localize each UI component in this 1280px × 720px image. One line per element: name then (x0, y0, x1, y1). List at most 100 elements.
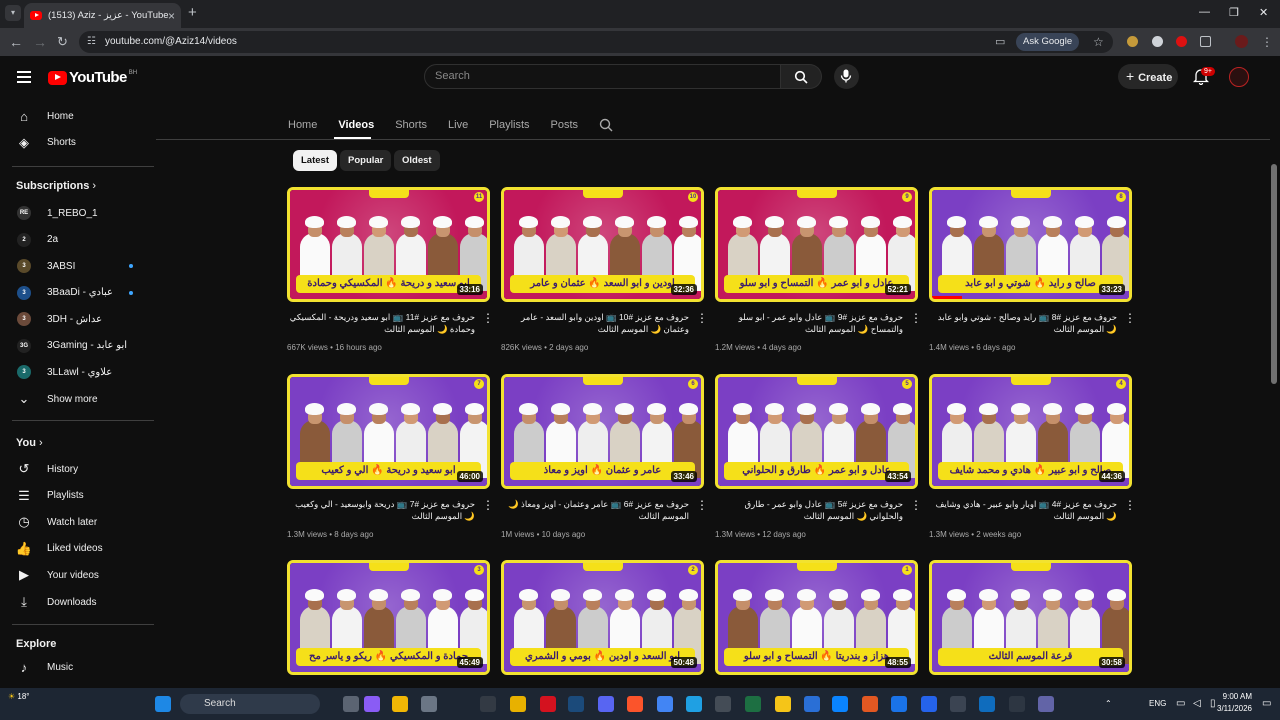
settings-icon[interactable] (421, 696, 437, 712)
video-title[interactable]: حروف مع عزيز #4 📺 اوبار وابو عبير - هادي… (929, 498, 1117, 522)
youtube-logo[interactable]: YouTube BH (48, 69, 137, 86)
volume-icon[interactable]: ◁ (1193, 698, 1201, 709)
media-icon[interactable] (950, 696, 966, 712)
filter-oldest[interactable]: Oldest (394, 150, 440, 171)
more-actions-icon[interactable]: ⋮ (1124, 312, 1136, 324)
video-thumbnail[interactable]: ابو السعد و اودين 🔥 بومي و الشمري 2 50:4… (501, 560, 704, 675)
more-actions-icon[interactable]: ⋮ (482, 499, 494, 511)
steam-icon[interactable] (568, 696, 584, 712)
video-thumbnail[interactable]: عادل و ابو عمر 🔥 طارق و الحلواني 5 43:54 (715, 374, 918, 489)
taskbar-search[interactable]: Search (180, 694, 320, 714)
language-indicator[interactable]: ENG (1149, 699, 1166, 708)
more-actions-icon[interactable]: ⋮ (910, 312, 922, 324)
restore-button[interactable]: ❐ (1229, 6, 1239, 19)
new-tab-button[interactable]: + (188, 5, 197, 21)
subscription-channel[interactable]: 3 3DH - عداش (0, 306, 154, 332)
browser-tab[interactable]: (1513) Aziz - عزيز - YouTube × (24, 3, 181, 28)
tray-overflow-icon[interactable]: ⌃ (1105, 699, 1112, 708)
voice-search-button[interactable] (834, 64, 859, 89)
account-avatar[interactable] (1229, 67, 1249, 87)
ask-google-button[interactable]: Ask Google (1016, 33, 1080, 51)
more-actions-icon[interactable]: ⋮ (696, 499, 708, 511)
show-more-button[interactable]: ⌄ Show more (0, 386, 154, 412)
tab-live[interactable]: Live (448, 119, 468, 131)
video-thumbnail[interactable]: حمادة و المكسيكي 🔥 ريكو و ياسر مح 3 45:4… (287, 560, 490, 675)
weather-widget[interactable]: ☀ 18° (8, 692, 30, 701)
subscriptions-heading[interactable]: Subscriptions › (16, 180, 96, 192)
profile-avatar[interactable] (1235, 35, 1248, 48)
filter-latest[interactable]: Latest (293, 150, 337, 171)
cast-icon[interactable]: ▭ (995, 33, 1005, 51)
site-info-icon[interactable]: ☷ (87, 31, 96, 53)
video-thumbnail[interactable]: عامر و عثمان 🔥 اويز و معاذ 6 33:46 (501, 374, 704, 489)
video-title[interactable]: حروف مع عزيز #6 📺 عامر وعثمان - اويز ومع… (501, 498, 689, 522)
app-r-icon[interactable] (510, 696, 526, 712)
video-thumbnail[interactable]: قرعة الموسم الثالث 30:58 (929, 560, 1132, 675)
search-input[interactable]: Search (424, 64, 781, 89)
bookmark-star-icon[interactable]: ☆ (1093, 33, 1104, 51)
teams-icon[interactable] (1038, 696, 1054, 712)
filter-popular[interactable]: Popular (340, 150, 392, 171)
video-title[interactable]: حروف مع عزيز #9 📺 عادل وابو عمر - ابو سل… (715, 311, 903, 335)
sidebar-item-liked-videos[interactable]: 👍 Liked videos (0, 536, 154, 562)
subscription-channel[interactable]: 3 3LLawl - علاوي (0, 359, 154, 385)
minimize-button[interactable]: — (1199, 6, 1210, 18)
tab-home[interactable]: Home (288, 119, 317, 131)
video-title[interactable]: حروف مع عزيز #11 📺 ابو سعيد ودريحة - الم… (287, 311, 475, 335)
sidebar-item-music[interactable]: ♪ Music (0, 654, 154, 680)
extension-icon[interactable] (1127, 36, 1138, 47)
sidebar-item-downloads[interactable]: ⤓ Downloads (0, 589, 154, 615)
create-button[interactable]: + Create (1118, 64, 1178, 89)
brave-icon[interactable] (627, 696, 643, 712)
folder-icon[interactable] (392, 696, 408, 712)
more-actions-icon[interactable]: ⋮ (1124, 499, 1136, 511)
game-icon[interactable] (862, 696, 878, 712)
menu-icon[interactable] (17, 71, 31, 86)
video-icon[interactable] (891, 696, 907, 712)
discord-icon[interactable] (598, 696, 614, 712)
chrome-icon[interactable] (657, 696, 673, 712)
video-thumbnail[interactable]: هزاز و بندريتا 🔥 التمساح و ابو سلو 1 48:… (715, 560, 918, 675)
subscription-channel[interactable]: RE 1_REBO_1 (0, 200, 154, 226)
sidebar-item-shorts[interactable]: ◈ Shorts (0, 130, 154, 156)
start-button[interactable] (155, 696, 171, 712)
subscription-channel[interactable]: 3 3BaaDi - عبادي (0, 280, 154, 306)
mail-icon[interactable] (1009, 696, 1025, 712)
outlook-icon[interactable] (979, 696, 995, 712)
edge-icon[interactable] (686, 696, 702, 712)
forward-button[interactable]: → (33, 33, 47, 51)
file-icon[interactable] (343, 696, 359, 712)
video-thumbnail[interactable]: ابو سعيد و دريحة 🔥 الي و كعيب 7 46:00 (287, 374, 490, 489)
terminal-icon[interactable] (480, 696, 496, 712)
back-button[interactable]: ← (9, 33, 23, 51)
video-thumbnail[interactable]: صالح و رايد 🔥 شوتي و ابو عابد 8 33:23 (929, 187, 1132, 302)
notifications-tray-icon[interactable]: ▭ (1262, 698, 1271, 709)
sidebar-item-history[interactable]: ↺ History (0, 456, 154, 482)
tab-playlists[interactable]: Playlists (489, 119, 529, 131)
reload-button[interactable]: ↻ (57, 33, 68, 51)
paint-icon[interactable] (832, 696, 848, 712)
subscription-channel[interactable]: 2 2a (0, 227, 154, 253)
close-window-button[interactable]: ✕ (1259, 6, 1268, 19)
more-actions-icon[interactable]: ⋮ (910, 499, 922, 511)
search-button[interactable] (781, 64, 822, 89)
more-actions-icon[interactable]: ⋮ (482, 312, 494, 324)
excel-icon[interactable] (745, 696, 761, 712)
extension-red-icon[interactable] (1176, 36, 1187, 47)
subscription-channel[interactable]: 3G 3Gaming - ابو عابد (0, 333, 154, 359)
extensions-puzzle-icon[interactable] (1200, 36, 1211, 47)
video-thumbnail[interactable]: صالح و ابو عبير 🔥 هادي و محمد شايف 4 44:… (929, 374, 1132, 489)
sidebar-item-home[interactable]: ⌂ Home (0, 103, 154, 129)
address-bar[interactable]: ☷ youtube.com/@Aziz14/videos (79, 31, 1113, 53)
store-icon[interactable] (804, 696, 820, 712)
shield-extension-icon[interactable] (1152, 36, 1163, 47)
subscription-channel[interactable]: 3 3ABSI (0, 253, 154, 279)
tab-shorts[interactable]: Shorts (395, 119, 427, 131)
video-title[interactable]: حروف مع عزيز #7 📺 دريحة وابوسعيد - الي و… (287, 498, 475, 522)
video-title[interactable]: حروف مع عزيز #8 📺 رايد وصالح - شوتي وابو… (929, 311, 1117, 335)
channel-search-icon[interactable] (599, 118, 613, 132)
notes-icon[interactable] (921, 696, 937, 712)
video-title[interactable]: حروف مع عزيز #10 📺 اودين وابو السعد - عا… (501, 311, 689, 335)
clock-date[interactable]: 3/11/2026 (1214, 704, 1252, 713)
sidebar-item-playlists[interactable]: ☰ Playlists (0, 483, 154, 509)
